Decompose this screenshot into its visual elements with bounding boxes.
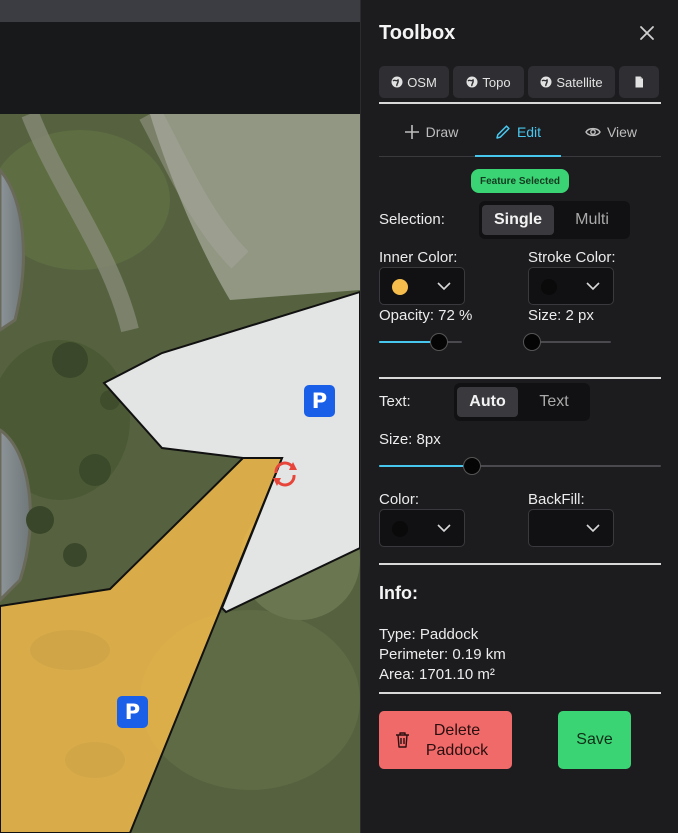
map-top-bar [0,0,360,22]
divider [379,377,661,379]
stroke-size-label: Size: 2 px [528,307,594,324]
inner-color-label: Inner Color: [379,249,458,266]
color-swatch [392,279,408,295]
rotate-icon[interactable] [269,458,301,490]
document-icon [635,76,643,88]
selection-label: Selection: [379,211,445,228]
inner-color-picker[interactable] [379,267,465,305]
stroke-color-picker[interactable] [528,267,614,305]
map-header-band [0,22,360,114]
delete-label: Delete Paddock [425,722,489,759]
satellite-map[interactable] [0,114,360,833]
layer-topo-button[interactable]: Topo [453,66,524,98]
toolbox-panel: Toolbox OSM Topo Satellite Draw Edit Vie… [360,0,678,833]
text-custom-option[interactable]: Text [521,387,587,417]
chevron-down-icon [586,282,600,291]
basemap-selector: OSM Topo Satellite [379,66,659,98]
info-area: Area: 1701.10 m² [379,666,495,683]
layer-osm-button[interactable]: OSM [379,66,449,98]
layer-label: Satellite [556,74,603,90]
slider-thumb[interactable] [429,333,448,351]
toolbox-title: Toolbox [379,22,456,44]
backfill-picker[interactable] [528,509,614,547]
text-size-slider[interactable] [379,456,661,476]
layer-document-button[interactable] [619,66,659,98]
selection-toggle: Single Multi [479,201,630,239]
stroke-color-label: Stroke Color: [528,249,616,266]
backfill-label: BackFill: [528,491,585,508]
selection-multi-option[interactable]: Multi [557,205,627,235]
trash-icon [396,732,409,748]
color-swatch [541,279,557,295]
active-tab-indicator [475,155,561,157]
save-button[interactable]: Save [558,711,631,769]
globe-icon [540,76,552,88]
chevron-down-icon [437,282,451,291]
chevron-down-icon [586,524,600,533]
selection-single-option[interactable]: Single [482,205,554,235]
globe-icon [466,76,478,88]
divider [379,692,661,694]
tab-draw[interactable]: Draw [391,108,471,156]
stroke-size-slider[interactable] [523,332,611,352]
text-size-label: Size: 8px [379,431,441,448]
color-swatch [392,521,408,537]
text-color-picker[interactable] [379,509,465,547]
tab-label: Draw [425,124,459,140]
slider-thumb[interactable] [463,457,482,475]
plus-icon [404,125,419,139]
text-auto-option[interactable]: Auto [457,387,518,417]
layer-label: OSM [407,74,437,90]
opacity-slider[interactable] [379,332,462,352]
pencil-icon [496,125,510,139]
globe-icon [391,76,403,88]
tab-edit[interactable]: Edit [475,108,561,156]
info-perimeter: Perimeter: 0.19 km [379,646,506,663]
layer-label: Topo [482,74,511,90]
eye-icon [585,127,601,137]
delete-paddock-button[interactable]: Delete Paddock [379,711,512,769]
text-mode-label: Text: [379,393,411,410]
text-color-label: Color: [379,491,420,508]
parking-marker[interactable]: P [304,385,335,417]
tab-label: View [606,124,638,140]
map-view[interactable]: P P [0,0,360,833]
opacity-label: Opacity: 72 % [379,307,473,324]
divider [379,563,661,565]
divider [379,102,661,104]
slider-thumb[interactable] [523,333,541,351]
tab-view[interactable]: View [569,108,653,156]
parking-marker[interactable]: P [117,696,148,728]
chevron-down-icon [437,524,451,533]
layer-satellite-button[interactable]: Satellite [528,66,615,98]
info-type: Type: Paddock [379,626,479,643]
text-mode-toggle: Auto Text [454,383,590,421]
tab-label: Edit [516,124,542,140]
close-icon[interactable] [636,22,658,44]
info-title: Info: [379,583,418,603]
status-badge: Feature Selected [471,169,569,193]
